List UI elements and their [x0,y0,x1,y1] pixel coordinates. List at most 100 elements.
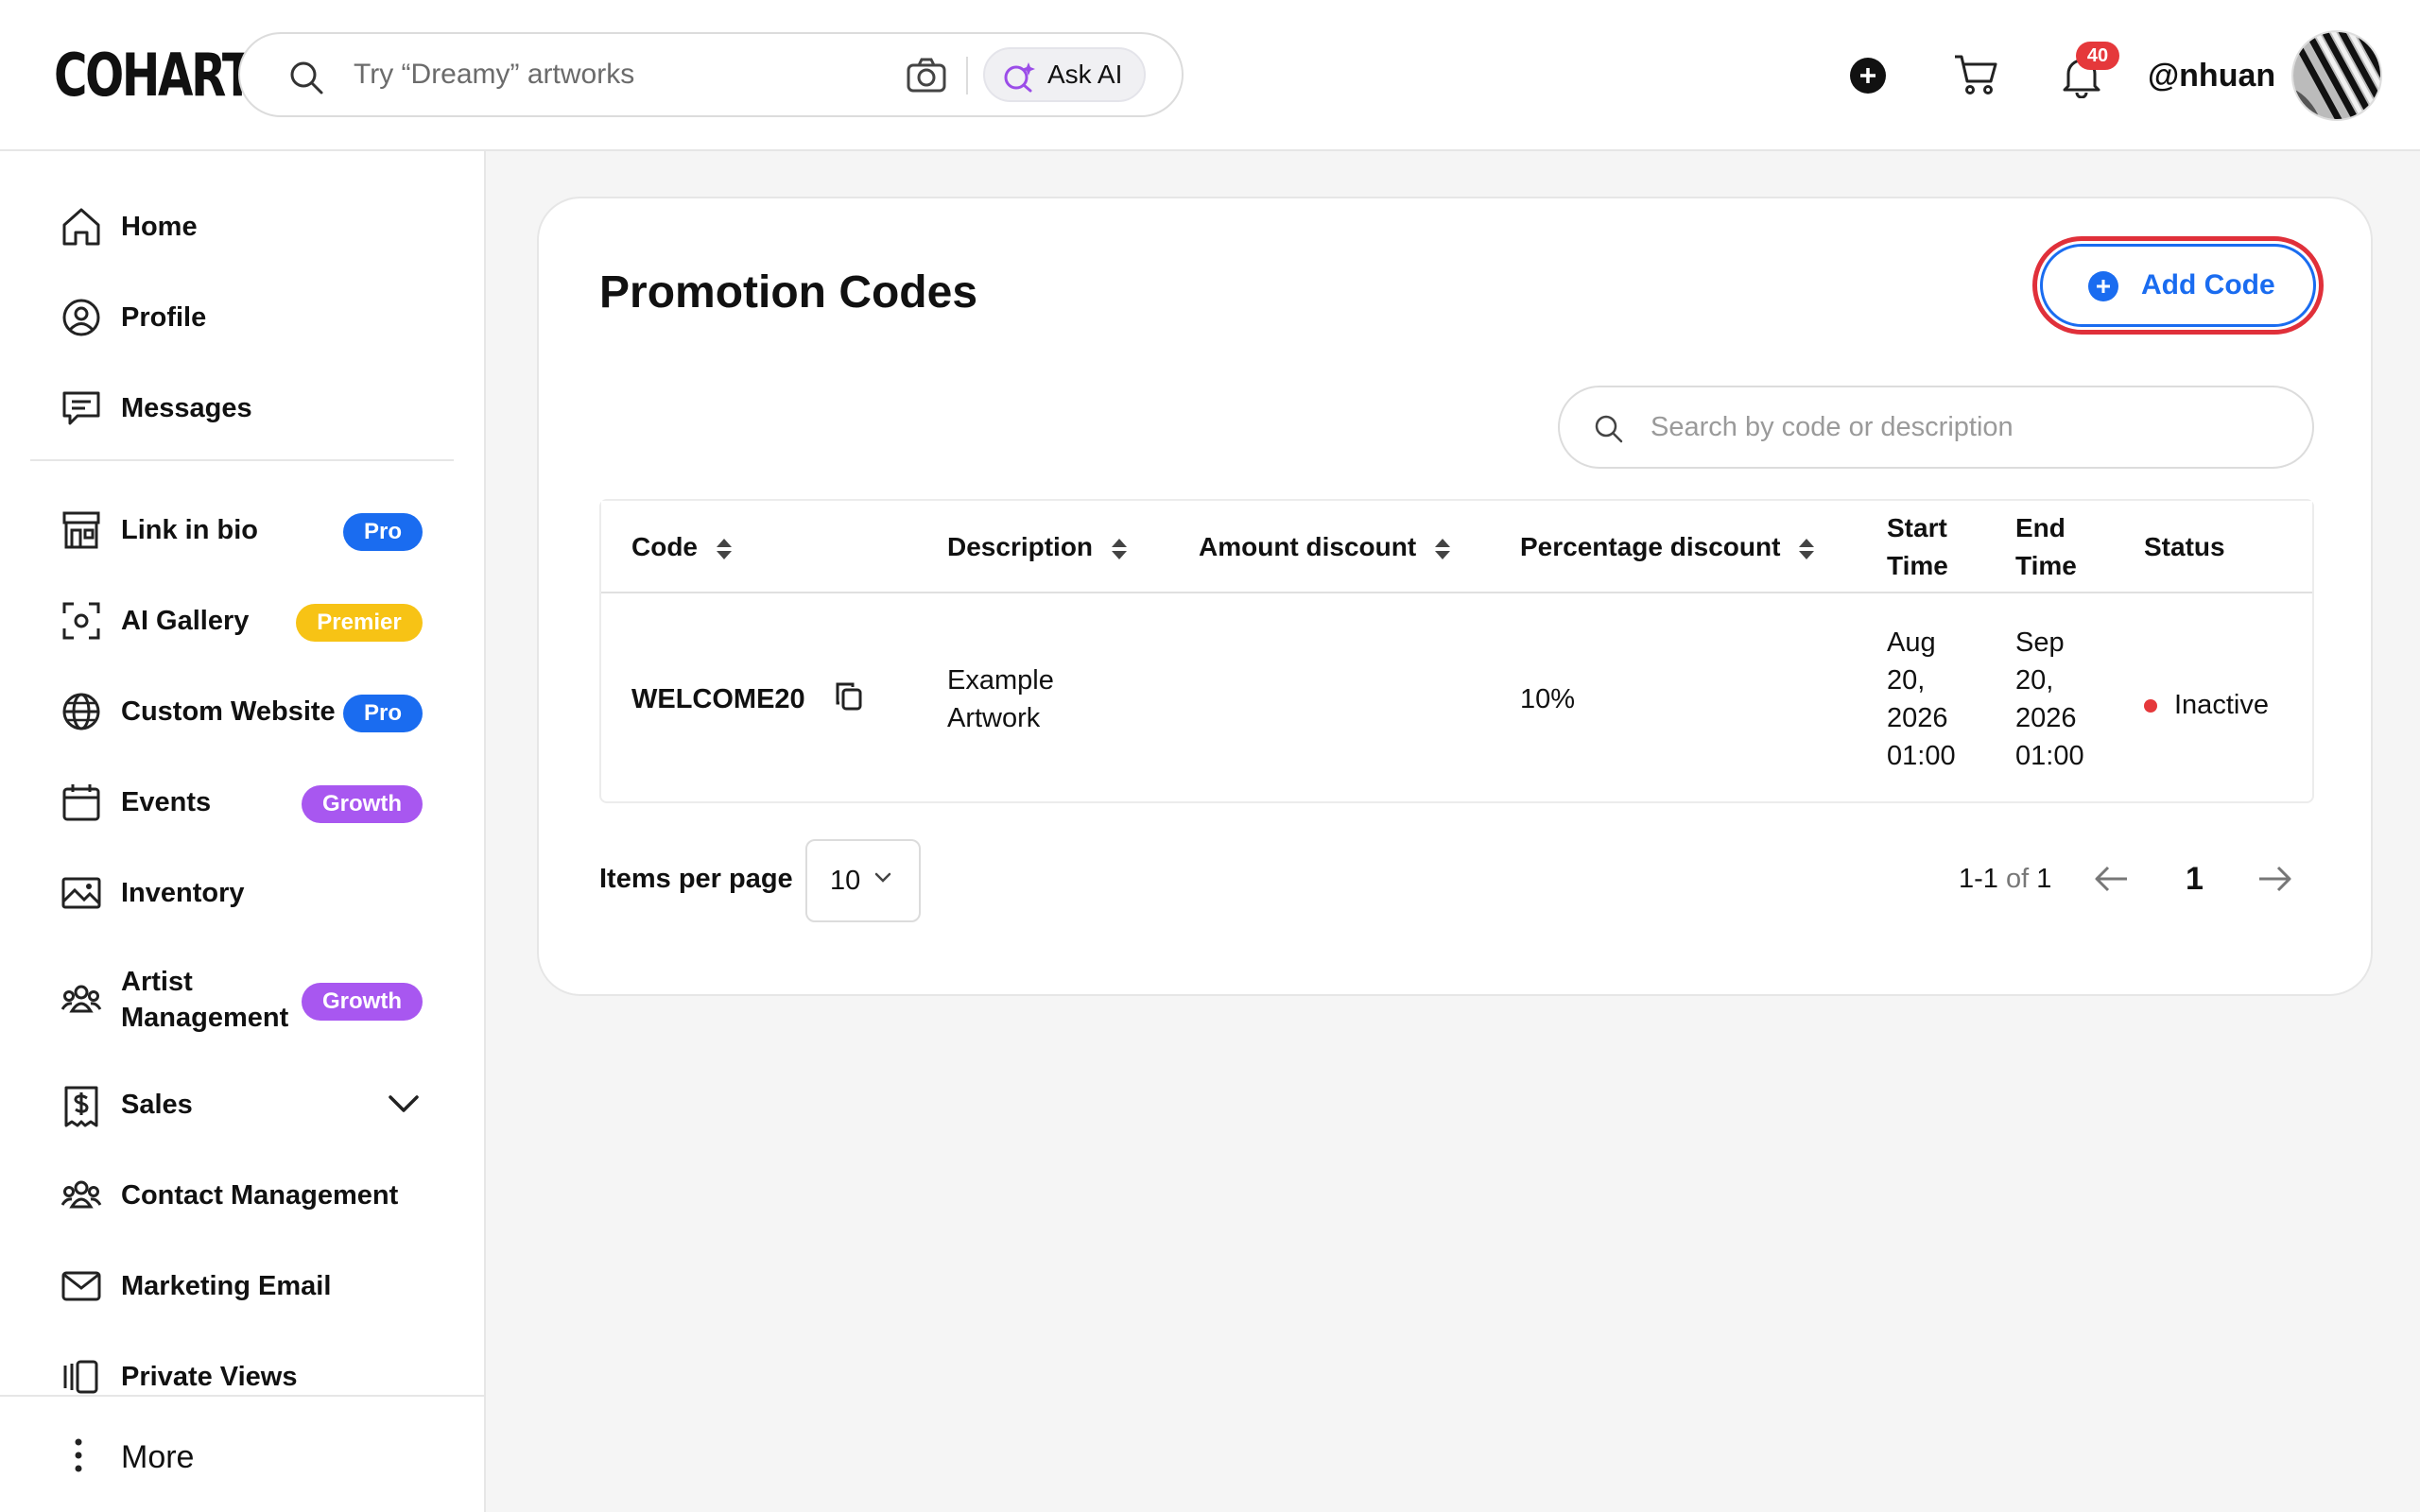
end-time-cell: Sep 20, 2026 01:00 [2015,627,2084,771]
cart-icon[interactable] [1953,53,1998,96]
sidebar-item-label: Contact Management [121,1180,399,1211]
sidebar-item-ai-gallery[interactable]: AI Gallery Premier [60,587,439,655]
global-search-input[interactable]: Try “Dreamy” artworks [354,34,634,115]
pro-badge: Pro [343,695,423,732]
top-header: COHART Try “Dreamy” artworks Ask AI 40 @… [0,0,2420,151]
sidebar-item-label: Home [121,212,198,242]
sidebar-item-label: Artist Management [121,967,289,1033]
promo-code-cell: WELCOME20 [631,684,805,714]
sidebar-item-label: Marketing Email [121,1271,332,1301]
sidebar-item-marketing-email[interactable]: Marketing Email [60,1252,439,1320]
ai-sparkle-icon [1002,60,1036,93]
column-header-description[interactable]: Description [947,528,1129,566]
username-label[interactable]: @nhuan [2148,53,2275,98]
arrow-right-icon[interactable] [2256,864,2293,894]
promotion-codes-table: Code Description Amount discount Percent… [599,499,2314,803]
sidebar-item-label: Sales [121,1090,193,1120]
column-header-status: Status [2144,532,2225,561]
sidebar-item-label: AI Gallery [121,606,250,636]
sidebar-divider [30,459,454,461]
storefront-icon [60,509,102,551]
globe-icon [60,691,102,732]
chevron-down-icon[interactable] [388,1093,420,1114]
dollar-receipt-icon [60,1084,102,1129]
ask-ai-button[interactable]: Ask AI [983,47,1146,102]
cohart-logo[interactable]: COHART [54,43,253,108]
arrow-left-icon[interactable] [2093,864,2131,894]
sidebar-item-custom-website[interactable]: Custom Website Pro [60,678,439,746]
contacts-icon [60,1175,102,1216]
global-search-bar[interactable]: Try “Dreamy” artworks Ask AI [238,32,1184,117]
notification-count-badge: 40 [2076,42,2119,70]
home-icon [60,206,102,248]
status-cell: Inactive [2174,690,2269,720]
sidebar-item-label: Inventory [121,878,245,908]
percentage-discount-cell: 10% [1520,684,1576,714]
pagination-range: 1-1 of 1 [1959,860,2051,898]
sidebar-item-link-in-bio[interactable]: Link in bio Pro [60,496,439,564]
current-page-number[interactable]: 1 [2186,858,2204,900]
items-per-page-value: 10 [830,866,861,896]
search-icon [287,59,325,96]
items-per-page-select[interactable]: 10 [805,839,921,922]
sidebar-item-artist-management[interactable]: Artist Management Growth [60,966,439,1034]
sidebar-item-messages[interactable]: Messages [60,374,439,442]
items-per-page-label: Items per page [599,864,793,894]
create-plus-icon[interactable] [1849,57,1887,94]
sidebar-item-sales[interactable]: Sales [60,1071,439,1139]
add-circle-icon [2088,271,2118,301]
status-dot [2144,699,2157,713]
sidebar-more-button[interactable]: More [0,1395,484,1512]
group-icon [60,979,102,1021]
ai-scan-icon [60,600,102,642]
column-header-amount-discount[interactable]: Amount discount [1199,528,1452,566]
sidebar-item-label: Profile [121,302,207,333]
column-header-code[interactable]: Code [631,528,734,566]
code-search-field[interactable]: Search by code or description [1558,386,2314,469]
copy-icon[interactable] [834,680,864,713]
chevron-down-icon [873,871,892,885]
mail-icon [60,1265,102,1307]
promotion-codes-card: Promotion Codes Add Code Search by code … [537,197,2373,996]
column-header-percentage-discount[interactable]: Percentage discount [1520,528,1816,566]
column-header-end-time: End Time [2015,513,2077,580]
sidebar-item-label: Link in bio [121,515,258,545]
messages-icon [60,387,102,429]
user-avatar[interactable] [2291,30,2382,121]
sort-icon[interactable] [1110,537,1129,561]
premier-badge: Premier [296,604,423,642]
image-icon [60,872,102,914]
sidebar: Home Profile Messages Link in bio Pro AI… [0,151,486,1512]
code-search-input[interactable]: Search by code or description [1651,387,2014,467]
page-title: Promotion Codes [599,267,978,318]
camera-icon[interactable] [906,57,947,94]
range-text: 1-1 [1959,864,1998,894]
sort-icon[interactable] [715,537,734,561]
ask-ai-label: Ask AI [1047,60,1123,89]
description-cell: Example Artwork [947,665,1054,733]
search-icon [1594,414,1624,444]
sidebar-item-profile[interactable]: Profile [60,284,439,352]
calendar-icon [60,782,102,823]
sidebar-item-label: Events [121,787,212,817]
range-of-label: of [2005,864,2030,894]
views-icon [60,1356,102,1398]
sort-icon[interactable] [1797,537,1816,561]
start-time-cell: Aug 20, 2026 01:00 [1887,627,1956,771]
add-code-button[interactable]: Add Code [2040,244,2316,327]
column-header-start-time: Start Time [1887,513,1948,580]
growth-badge: Growth [302,785,423,823]
profile-icon [60,297,102,338]
table-header: Code Description Amount discount Percent… [601,501,2312,593]
sidebar-item-events[interactable]: Events Growth [60,768,439,836]
sidebar-item-home[interactable]: Home [60,193,439,261]
search-divider [966,57,968,94]
growth-badge: Growth [302,983,423,1021]
pro-badge: Pro [343,513,423,551]
sidebar-item-label: Custom Website [121,696,336,727]
sidebar-item-label: Messages [121,393,252,423]
range-total: 1 [2036,864,2052,894]
sort-icon[interactable] [1433,537,1452,561]
sidebar-item-contact-management[interactable]: Contact Management [60,1161,439,1229]
sidebar-item-inventory[interactable]: Inventory [60,859,439,927]
